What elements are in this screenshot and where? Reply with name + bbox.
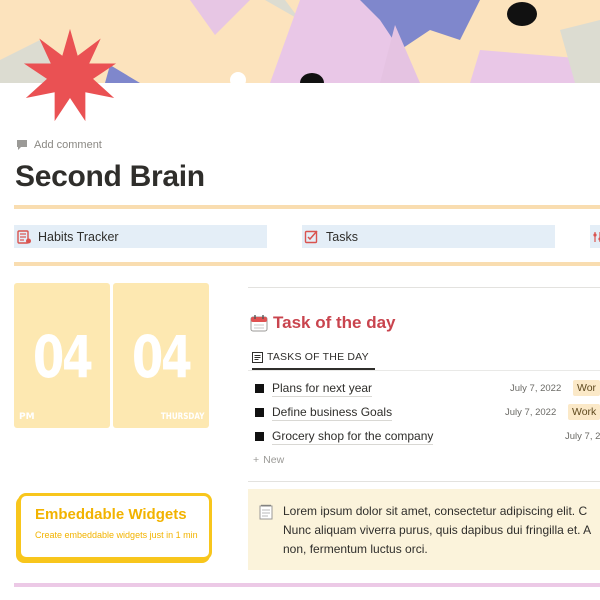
clock-hour: 04 bbox=[32, 323, 94, 391]
task-tag: Wor bbox=[573, 380, 600, 396]
widget-title: Embeddable Widgets bbox=[35, 506, 187, 523]
task-name[interactable]: Grocery shop for the company bbox=[272, 429, 434, 445]
clock-weekday: THURSDAY bbox=[160, 412, 204, 422]
notepad-icon bbox=[259, 504, 273, 520]
link-tasks[interactable]: Tasks bbox=[302, 225, 555, 248]
tab-tasks-of-the-day[interactable]: TASKS OF THE DAY bbox=[252, 346, 375, 370]
task-name[interactable]: Plans for next year bbox=[272, 381, 373, 397]
plus-icon: + bbox=[253, 454, 260, 466]
divider-stripe bbox=[14, 262, 600, 266]
section-divider bbox=[248, 287, 600, 288]
section-divider bbox=[248, 481, 600, 482]
settings-sliders-icon bbox=[593, 231, 600, 242]
embeddable-widgets-card[interactable]: Embeddable Widgets Create embeddable wid… bbox=[18, 493, 212, 560]
callout-text: Lorem ipsum dolor sit amet, consectetur … bbox=[283, 502, 600, 559]
tasks-checklist-icon bbox=[304, 230, 318, 243]
habits-tracker-label: Habits Tracker bbox=[38, 229, 119, 244]
calendar-icon bbox=[250, 315, 268, 332]
page-title[interactable]: Second Brain bbox=[15, 160, 205, 194]
habits-calendar-icon bbox=[17, 229, 31, 244]
task-date: July 7, 2022 bbox=[510, 383, 562, 394]
task-checkbox[interactable] bbox=[255, 384, 264, 393]
clock-hour-card: 04 PM bbox=[14, 283, 110, 428]
callout-line: Lorem ipsum dolor sit amet, consectetur … bbox=[283, 504, 588, 518]
task-name[interactable]: Define business Goals bbox=[272, 405, 393, 421]
task-checkbox[interactable] bbox=[255, 432, 264, 441]
starburst-icon[interactable] bbox=[22, 27, 118, 123]
new-task-label: New bbox=[263, 454, 285, 466]
task-date: July 7, 2022 bbox=[505, 407, 557, 418]
task-section-heading: Task of the day bbox=[250, 313, 396, 333]
clock-minute-card: 04 THURSDAY bbox=[113, 283, 209, 428]
tasks-label: Tasks bbox=[326, 229, 358, 244]
comment-icon bbox=[17, 140, 27, 150]
widget-subtitle: Create embeddable widgets just in 1 min bbox=[35, 530, 198, 540]
divider-stripe bbox=[14, 583, 600, 587]
clock-meridiem: PM bbox=[19, 412, 35, 422]
callout-block[interactable]: Lorem ipsum dolor sit amet, consectetur … bbox=[248, 489, 600, 570]
divider-stripe bbox=[14, 205, 600, 209]
view-tab-label: TASKS OF THE DAY bbox=[267, 351, 369, 363]
task-section-title: Task of the day bbox=[273, 313, 396, 332]
task-checkbox[interactable] bbox=[255, 408, 264, 417]
link-habits-tracker[interactable]: Habits Tracker bbox=[14, 225, 267, 248]
callout-line: non, fermentum luctus orci. bbox=[283, 542, 428, 556]
list-view-icon bbox=[252, 351, 263, 363]
task-date: July 7, 2 bbox=[565, 431, 600, 442]
task-row[interactable]: Grocery shop for the company July 7, 2 bbox=[255, 427, 600, 447]
task-row[interactable]: Plans for next year July 7, 2022 Wor bbox=[255, 379, 600, 399]
clock-minute: 04 bbox=[131, 323, 193, 391]
add-comment-button[interactable]: Add comment bbox=[16, 139, 102, 151]
new-task-button[interactable]: + New bbox=[253, 454, 284, 466]
link-more[interactable] bbox=[590, 225, 600, 248]
callout-line: Nunc aliquam viverra purus, quis dapibus… bbox=[283, 523, 592, 537]
task-row[interactable]: Define business Goals July 7, 2022 Work bbox=[255, 403, 600, 423]
tab-bar-line bbox=[248, 370, 600, 371]
add-comment-label: Add comment bbox=[34, 139, 102, 151]
task-tag: Work bbox=[568, 404, 600, 420]
